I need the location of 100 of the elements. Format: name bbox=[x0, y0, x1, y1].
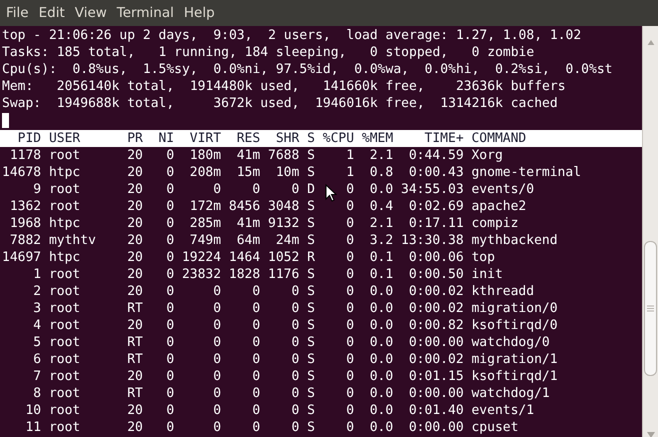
table-cell: 0.0 bbox=[370, 403, 394, 418]
table-cell: 0.0 bbox=[370, 369, 394, 384]
table-cell: 0:00.50 bbox=[408, 267, 464, 282]
table-cell: 1464 bbox=[228, 250, 260, 265]
table-cell: 0.8 bbox=[370, 165, 394, 180]
table-cell: 0.0 bbox=[370, 386, 394, 401]
table-cell: 0 bbox=[292, 386, 300, 401]
table-cell: 0 bbox=[292, 403, 300, 418]
column-header: TIME+ bbox=[424, 131, 464, 146]
table-cell: 0 bbox=[346, 267, 354, 282]
table-cell: root bbox=[48, 403, 80, 418]
table-cell: 41m bbox=[236, 216, 260, 231]
table-cell: mythtv bbox=[48, 233, 96, 248]
table-cell: 0 bbox=[166, 233, 174, 248]
table-cell: 0 bbox=[346, 318, 354, 333]
table-cell: 0 bbox=[252, 335, 260, 350]
table-cell: 0:00.02 bbox=[408, 301, 464, 316]
table-cell: 0 bbox=[166, 250, 174, 265]
menu-item[interactable]: View bbox=[70, 3, 112, 23]
table-cell: RT bbox=[127, 352, 143, 367]
table-cell: S bbox=[307, 301, 315, 316]
table-cell: 0 bbox=[346, 420, 354, 435]
table-cell: 0 bbox=[166, 284, 174, 299]
table-cell: 24m bbox=[276, 233, 300, 248]
table-cell: migration/1 bbox=[471, 352, 558, 367]
table-cell: 19224 bbox=[182, 250, 222, 265]
table-cell: 0 bbox=[346, 352, 354, 367]
scroll-down-icon[interactable] bbox=[646, 432, 654, 437]
table-cell: 1828 bbox=[228, 267, 260, 282]
table-cell: events/1 bbox=[471, 403, 534, 418]
column-header: %CPU bbox=[322, 131, 354, 146]
cursor bbox=[2, 113, 9, 128]
column-header: PID bbox=[18, 131, 42, 146]
table-cell: 20 bbox=[127, 250, 143, 265]
table-cell: 0 bbox=[166, 199, 174, 214]
table-cell: 0 bbox=[166, 216, 174, 231]
table-cell: 0 bbox=[252, 318, 260, 333]
column-header: VIRT bbox=[190, 131, 222, 146]
table-cell: S bbox=[307, 165, 315, 180]
table-cell: S bbox=[307, 216, 315, 231]
table-cell: gnome-terminal bbox=[471, 165, 582, 180]
table-cell: 3 bbox=[33, 301, 42, 316]
table-cell: root bbox=[48, 182, 80, 197]
table-cell: ksoftirqd/1 bbox=[471, 369, 558, 384]
scroll-up-icon[interactable] bbox=[646, 40, 654, 45]
table-cell: 0 bbox=[166, 267, 174, 282]
table-cell: 0.4 bbox=[370, 199, 394, 214]
table-cell: 0 bbox=[213, 318, 222, 333]
table-cell: 20 bbox=[127, 318, 143, 333]
table-cell: 20 bbox=[127, 284, 143, 299]
table-cell: 749m bbox=[190, 233, 222, 248]
table-cell: 0:02.69 bbox=[408, 199, 464, 214]
table-cell: root bbox=[48, 148, 80, 163]
table-cell: cpuset bbox=[471, 420, 518, 435]
table-cell: 0 bbox=[213, 182, 222, 197]
table-cell: 34:55.03 bbox=[401, 182, 464, 197]
table-cell: 13:30.38 bbox=[401, 233, 464, 248]
table-cell: S bbox=[307, 148, 315, 163]
table-cell: htpc bbox=[48, 250, 80, 265]
table-cell: 0 bbox=[166, 182, 174, 197]
table-cell: 0 bbox=[292, 284, 300, 299]
table-cell: 0 bbox=[252, 284, 260, 299]
summary-line: Tasks: 185 total, 1 running, 184 sleeping, 0 stopped, 0 zombie bbox=[2, 45, 534, 60]
scrollbar-thumb[interactable] bbox=[644, 240, 657, 376]
table-cell: 1362 bbox=[10, 199, 42, 214]
table-cell: compiz bbox=[471, 216, 518, 231]
table-cell: 11 bbox=[25, 420, 42, 435]
menu-item[interactable]: File bbox=[1, 3, 34, 23]
column-header: SHR bbox=[276, 131, 300, 146]
table-cell: S bbox=[307, 284, 315, 299]
table-cell: 0 bbox=[292, 369, 300, 384]
table-cell: 0 bbox=[346, 335, 354, 350]
table-cell: 0 bbox=[166, 403, 174, 418]
table-cell: 8456 bbox=[228, 199, 260, 214]
menu-item[interactable]: Edit bbox=[34, 3, 70, 23]
column-header: S bbox=[307, 131, 315, 146]
table-cell: 180m bbox=[190, 148, 222, 163]
table-cell: 0:00.00 bbox=[408, 335, 464, 350]
menu-item[interactable]: Terminal bbox=[112, 3, 179, 23]
table-cell: 1 bbox=[346, 148, 354, 163]
summary-line: Swap: 1949688k total, 3672k used, 1946016k free, 1314216k cached bbox=[2, 96, 558, 111]
menu-item[interactable]: Help bbox=[178, 3, 220, 23]
table-cell: 1968 bbox=[10, 216, 42, 231]
table-cell: 0:00.82 bbox=[408, 318, 464, 333]
table-cell: 1178 bbox=[10, 148, 42, 163]
table-cell: 0 bbox=[346, 403, 354, 418]
table-cell: 8 bbox=[33, 386, 42, 401]
table-cell: 0 bbox=[213, 386, 222, 401]
table-cell: top bbox=[471, 250, 495, 265]
table-cell: S bbox=[307, 369, 315, 384]
table-cell: 5 bbox=[33, 335, 42, 350]
table-cell: root bbox=[48, 352, 80, 367]
table-cell: 0 bbox=[213, 301, 222, 316]
table-cell: 0 bbox=[213, 403, 222, 418]
table-cell: 0 bbox=[213, 335, 222, 350]
table-cell: 0 bbox=[346, 386, 354, 401]
table-cell: 0.0 bbox=[370, 352, 394, 367]
table-cell: 15m bbox=[236, 165, 260, 180]
table-cell: root bbox=[48, 420, 80, 435]
table-cell: 0 bbox=[252, 369, 260, 384]
